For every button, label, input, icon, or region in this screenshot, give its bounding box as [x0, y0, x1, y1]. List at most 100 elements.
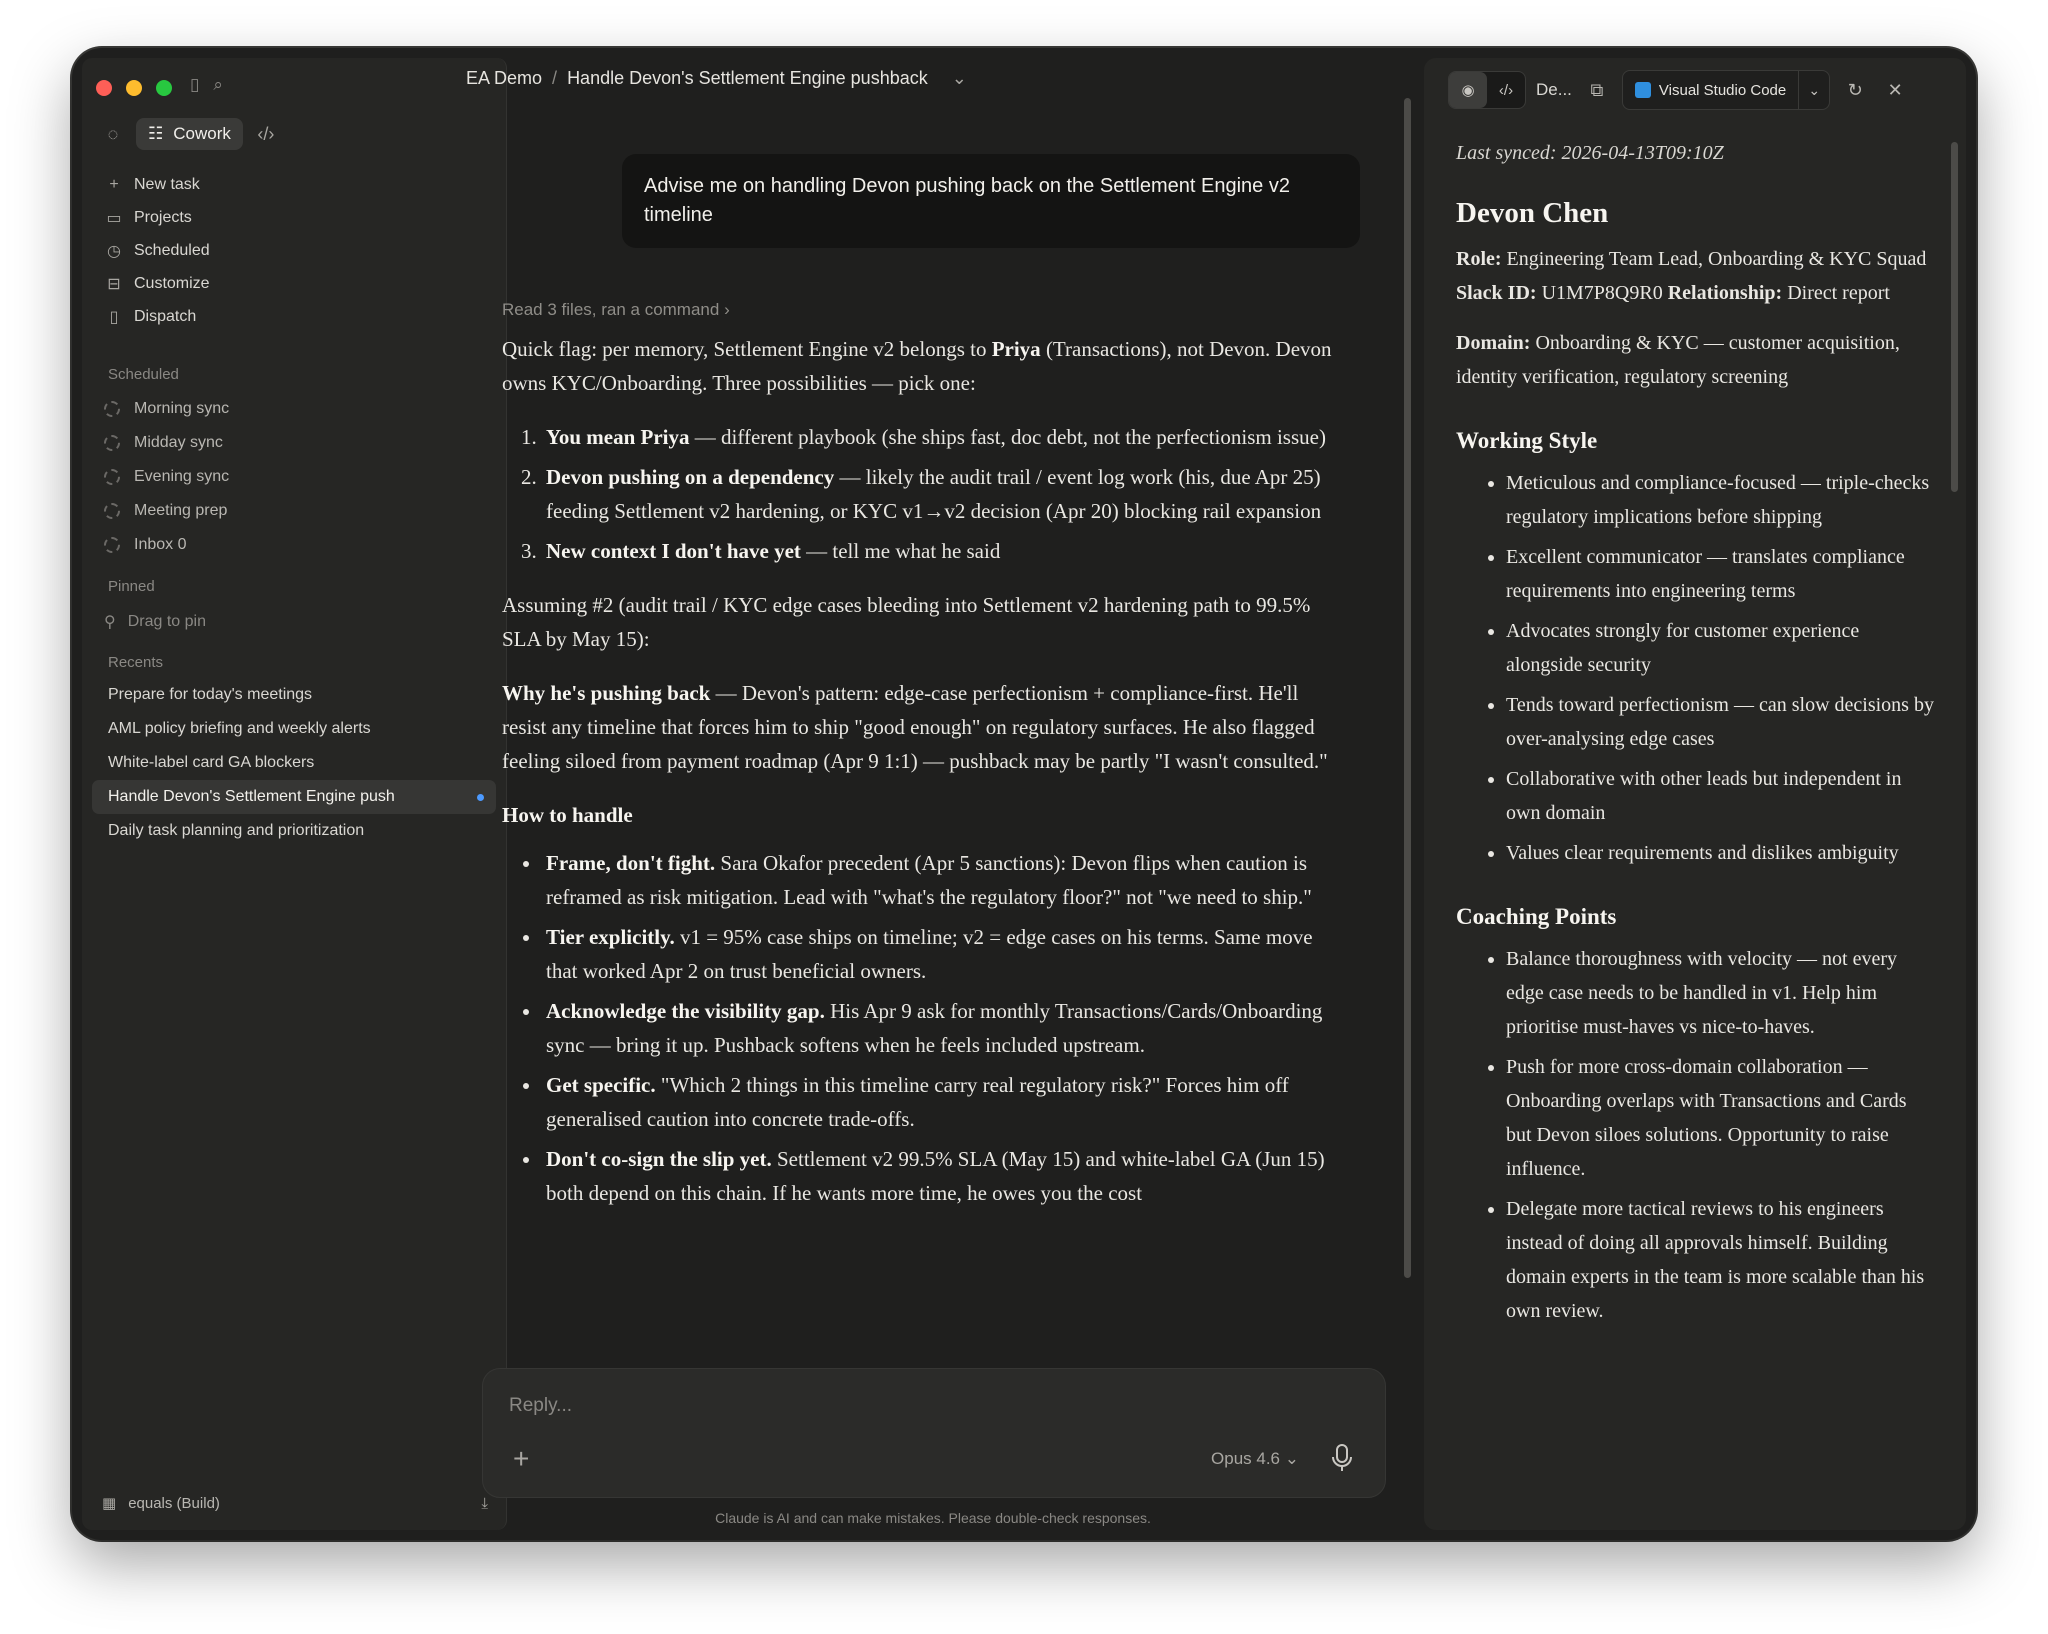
- sidebar-item-label: Dispatch: [134, 307, 197, 325]
- recents-list: Prepare for today's meetings AML policy …: [92, 678, 496, 848]
- sidebar-item-customize[interactable]: ⊟ Customize: [92, 267, 496, 300]
- minimize-window-button[interactable]: [126, 80, 142, 96]
- scheduled-item[interactable]: Midday sync: [92, 426, 496, 460]
- maximize-window-button[interactable]: [156, 80, 172, 96]
- workspace-footer[interactable]: ▦ equals (Build) ⤓: [102, 1494, 488, 1513]
- model-name: Opus 4.6: [1211, 1449, 1281, 1468]
- ai-disclaimer: Claude is AI and can make mistakes. Plea…: [715, 1510, 1151, 1526]
- close-window-button[interactable]: [96, 80, 112, 96]
- code-mode-icon[interactable]: ‹/›: [253, 124, 279, 145]
- sidebar-item-scheduled[interactable]: ◷ Scheduled: [92, 234, 496, 267]
- recent-item[interactable]: White-label card GA blockers: [92, 746, 496, 780]
- working-style-list: Meticulous and compliance-focused — trip…: [1456, 466, 1936, 870]
- conversation-title[interactable]: Handle Devon's Settlement Engine pushbac…: [567, 68, 928, 89]
- list-item: Don't co-sign the slip yet. Settlement v…: [542, 1142, 1332, 1210]
- plus-icon: +: [109, 175, 119, 193]
- tactic-title: Acknowledge the visibility gap.: [546, 999, 825, 1023]
- chevron-down-icon: ⌄: [1284, 1449, 1299, 1468]
- document-tab[interactable]: De...: [1536, 80, 1572, 100]
- list-item: Tends toward perfectionism — can slow de…: [1506, 688, 1936, 756]
- recents-section-label: Recents: [108, 654, 164, 671]
- recent-item[interactable]: Prepare for today's meetings: [92, 678, 496, 712]
- panel-scrollbar[interactable]: [1951, 142, 1958, 492]
- list-icon: ☷: [148, 124, 164, 143]
- scheduled-item[interactable]: Evening sync: [92, 460, 496, 494]
- assumption-text: Assuming #2 (audit trail / KYC edge case…: [502, 593, 1311, 651]
- open-in-editor-button[interactable]: Visual Studio Code ⌄: [1621, 70, 1831, 110]
- conversation-scrollbar[interactable]: [1404, 98, 1411, 1278]
- person-domain: Domain: Onboarding & KYC — customer acqu…: [1456, 326, 1936, 394]
- sidebar-item-dispatch[interactable]: ▯ Dispatch: [92, 300, 496, 333]
- relationship-value: Direct report: [1782, 282, 1890, 304]
- code-view-icon[interactable]: ‹/›: [1487, 72, 1525, 108]
- role-value: Engineering Team Lead, Onboarding & KYC …: [1501, 248, 1927, 270]
- model-selector[interactable]: Opus 4.6 ⌄: [1211, 1449, 1299, 1469]
- scheduled-item[interactable]: Meeting prep: [92, 494, 496, 528]
- assistant-response: Quick flag: per memory, Settlement Engin…: [502, 332, 1332, 1210]
- tactic-text: "Which 2 things in this timeline carry r…: [546, 1073, 1289, 1131]
- scheduled-item[interactable]: Inbox 0: [92, 528, 496, 562]
- chevron-down-icon[interactable]: ⌄: [1799, 82, 1829, 99]
- add-attachment-icon[interactable]: +: [513, 1443, 529, 1475]
- sidebar-toggle-icon[interactable]: ▯: [190, 75, 199, 95]
- relationship-label: Relationship:: [1667, 282, 1783, 304]
- intro-text: Quick flag: per memory, Settlement Engin…: [502, 337, 992, 361]
- scheduled-item-label: Meeting prep: [134, 502, 228, 519]
- pin-drop-zone[interactable]: ⚲ Drag to pin: [104, 612, 206, 632]
- why-paragraph: Why he's pushing back — Devon's pattern:…: [502, 676, 1332, 778]
- tactics-list: Frame, don't fight. Sara Okafor preceden…: [502, 846, 1332, 1210]
- sidebar: ▯ ⌕ ◌ ☷ Cowork ‹/› + New task ▭ Projects…: [82, 58, 507, 1530]
- how-heading: How to handle: [502, 803, 633, 827]
- panel-toolbar: ◉ ‹/› De... ⧉ Visual Studio Code ⌄ ↻ ✕: [1448, 70, 1950, 110]
- recent-item[interactable]: AML policy briefing and weekly alerts: [92, 712, 496, 746]
- workspace-name: equals (Build): [128, 1494, 220, 1512]
- person-name: Devon Chen: [1456, 197, 1609, 229]
- list-item: Meticulous and compliance-focused — trip…: [1506, 466, 1936, 534]
- vscode-icon: [1634, 82, 1651, 98]
- breadcrumb: EA Demo / Handle Devon's Settlement Engi…: [466, 68, 967, 89]
- briefcase-icon: ⊟: [107, 275, 121, 293]
- scheduled-item-label: Evening sync: [134, 468, 230, 485]
- chat-mode-icon[interactable]: ◌: [100, 124, 126, 145]
- tactic-title: Get specific.: [546, 1073, 656, 1097]
- pinned-section-label: Pinned: [108, 578, 155, 595]
- recent-item-active[interactable]: Handle Devon's Settlement Engine push: [92, 780, 496, 814]
- recent-item[interactable]: Daily task planning and prioritization: [92, 814, 496, 848]
- download-icon[interactable]: ⤓: [481, 1495, 488, 1512]
- user-message: Advise me on handling Devon pushing back…: [622, 154, 1360, 248]
- chevron-right-icon: ›: [724, 300, 730, 319]
- tool-summary[interactable]: Read 3 files, ran a command ›: [502, 300, 1402, 320]
- scheduled-item[interactable]: Morning sync: [92, 392, 496, 426]
- scheduled-list: Morning sync Midday sync Evening sync Me…: [92, 392, 496, 562]
- cowork-mode-button[interactable]: ☷ Cowork: [136, 118, 243, 150]
- chevron-down-icon[interactable]: ⌄: [952, 68, 967, 89]
- close-icon[interactable]: ✕: [1880, 80, 1910, 101]
- tactic-title: Tier explicitly.: [546, 925, 675, 949]
- reply-input[interactable]: Reply...: [509, 1395, 572, 1417]
- scheduled-item-label: Inbox 0: [134, 536, 187, 553]
- domain-label: Domain:: [1456, 332, 1531, 354]
- list-item: Devon pushing on a dependency — likely t…: [542, 460, 1332, 528]
- slack-value: U1M7P8Q9R0: [1536, 282, 1668, 304]
- sidebar-item-new-task[interactable]: + New task: [92, 168, 496, 201]
- window-controls: [96, 80, 172, 96]
- conversation-area: Read 3 files, ran a command › Quick flag…: [502, 300, 1402, 1420]
- copy-icon[interactable]: ⧉: [1582, 80, 1612, 101]
- list-item: Values clear requirements and dislikes a…: [1506, 836, 1936, 870]
- list-item: Collaborative with other leads but indep…: [1506, 762, 1936, 830]
- list-item: Balance thoroughness with velocity — not…: [1506, 942, 1936, 1044]
- option-text: — tell me what he said: [800, 539, 1001, 563]
- sidebar-item-projects[interactable]: ▭ Projects: [92, 201, 496, 234]
- scheduled-status-icon: [104, 401, 120, 417]
- breadcrumb-project[interactable]: EA Demo: [466, 68, 542, 89]
- list-item: Excellent communicator — translates comp…: [1506, 540, 1936, 608]
- microphone-icon[interactable]: [1329, 1443, 1355, 1473]
- search-icon[interactable]: ⌕: [213, 75, 223, 95]
- refresh-icon[interactable]: ↻: [1840, 80, 1870, 101]
- intro-bold: Priya: [991, 337, 1041, 361]
- view-toggle: ◉ ‹/›: [1448, 71, 1526, 109]
- working-style-heading: Working Style: [1456, 428, 1598, 453]
- preview-eye-icon[interactable]: ◉: [1449, 72, 1487, 108]
- sidebar-item-label: New task: [134, 175, 200, 193]
- option-text: — different playbook (she ships fast, do…: [689, 425, 1326, 449]
